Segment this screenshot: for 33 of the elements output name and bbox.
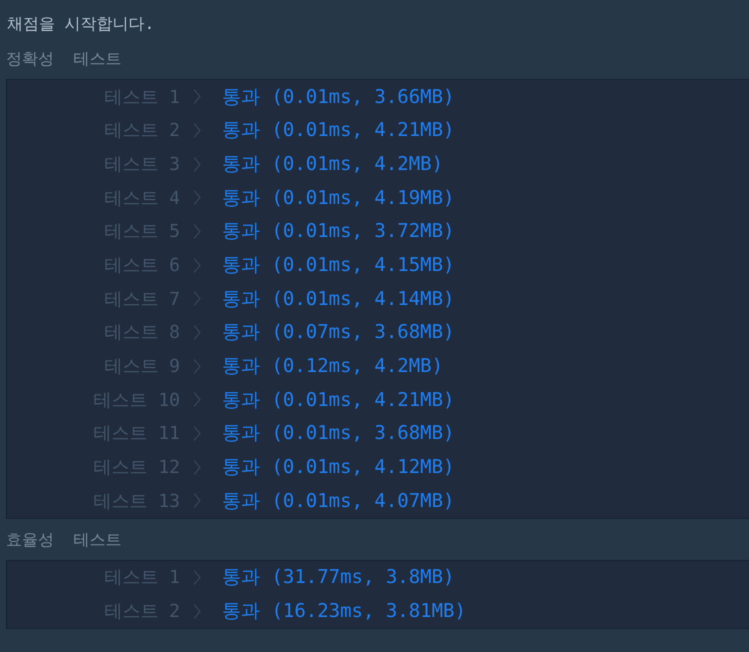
chevron-icon (193, 358, 201, 374)
chevron-icon (193, 224, 201, 239)
test-result: 통과 (0.01ms, 4.19MB) (222, 186, 454, 211)
test-result: 통과 (31.77ms, 3.8MB) (222, 565, 454, 590)
test-result: 통과 (0.01ms, 3.66MB) (222, 84, 454, 110)
test-result: 통과 (0.01ms, 4.21MB) (222, 118, 454, 144)
test-result: 통과 (0.12ms, 4.2MB) (222, 354, 444, 380)
chevron-icon (193, 604, 201, 619)
chevron-icon (193, 258, 201, 273)
chevron-icon (193, 460, 201, 475)
chevron-icon (193, 122, 201, 138)
test-result: 통과 (0.01ms, 4.07MB) (222, 488, 454, 514)
section-title: 효율성 테스트 (6, 528, 122, 551)
test-result: 통과 (16.23ms, 3.81MB) (222, 599, 466, 624)
chevron-icon (193, 291, 201, 306)
test-result: 통과 (0.07ms, 3.68MB) (222, 320, 454, 346)
chevron-icon (193, 426, 201, 441)
section-title: 정확성 테스트 (6, 48, 122, 70)
chevron-icon (193, 493, 201, 508)
chevron-icon (193, 392, 201, 408)
test-result: 통과 (0.01ms, 3.68MB) (222, 421, 454, 446)
test-result: 통과 (0.01ms, 4.2MB) (222, 152, 444, 178)
test-result: 통과 (0.01ms, 4.21MB) (222, 388, 454, 413)
chevron-icon (193, 156, 201, 172)
chevron-icon (193, 570, 201, 585)
chevron-icon (193, 89, 201, 104)
chevron-icon (193, 324, 201, 340)
test-result: 통과 (0.01ms, 4.14MB) (222, 286, 454, 312)
status-message: 채점을 시작합니다. (6, 13, 154, 35)
test-result: 통과 (0.01ms, 4.15MB) (222, 253, 454, 278)
chevron-icon (193, 190, 201, 206)
test-result: 통과 (0.01ms, 4.12MB) (222, 455, 454, 480)
test-result: 통과 (0.01ms, 3.72MB) (222, 219, 454, 244)
